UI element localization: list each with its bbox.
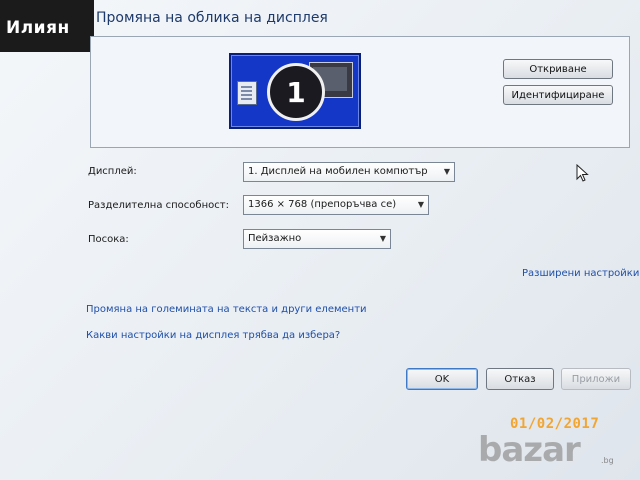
overlay-name: Илиян <box>6 18 70 38</box>
bazar-watermark-suffix: .bg <box>601 456 614 465</box>
resolution-label: Разделителна способност: <box>88 200 229 211</box>
detect-button[interactable]: Откриване <box>503 59 613 79</box>
chevron-down-icon: ▼ <box>443 167 450 176</box>
chevron-down-icon: ▼ <box>417 200 424 209</box>
chevron-down-icon: ▼ <box>379 234 386 243</box>
display-select[interactable]: 1. Дисплей на мобилен компютър ▼ <box>243 162 455 182</box>
bazar-watermark: bazar <box>478 430 581 470</box>
resolution-select[interactable]: 1366 × 768 (препоръчва се) ▼ <box>243 195 429 215</box>
orientation-select-value: Пейзажно <box>248 233 302 244</box>
document-icon <box>237 81 257 105</box>
apply-button[interactable]: Приложи <box>561 368 631 390</box>
display-preview-panel: 1 Откриване Идентифициране <box>90 36 630 148</box>
advanced-settings-link[interactable]: Разширени настройки <box>522 268 639 279</box>
identify-button[interactable]: Идентифициране <box>503 85 613 105</box>
which-settings-link[interactable]: Какви настройки на дисплея трябва да изб… <box>86 330 340 341</box>
orientation-label: Посока: <box>88 234 129 245</box>
left-dark-strip: Илиян <box>0 0 94 52</box>
display-select-value: 1. Дисплей на мобилен компютър <box>248 166 428 177</box>
cancel-button[interactable]: Отказ <box>486 368 554 390</box>
monitor-number-badge: 1 <box>267 63 325 121</box>
display-label: Дисплей: <box>88 166 137 177</box>
resolution-select-value: 1366 × 768 (препоръчва се) <box>248 199 397 210</box>
page-title: Промяна на облика на дисплея <box>96 10 328 26</box>
orientation-select[interactable]: Пейзажно ▼ <box>243 229 391 249</box>
mouse-pointer-icon <box>576 164 589 182</box>
ok-button[interactable]: OK <box>406 368 478 390</box>
monitor-1-preview[interactable]: 1 <box>229 53 361 129</box>
text-size-link[interactable]: Промяна на големината на текста и други … <box>86 304 367 315</box>
